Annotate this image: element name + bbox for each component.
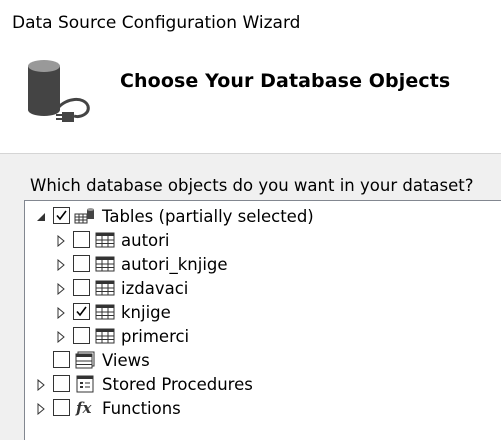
tree-node-table[interactable]: autori	[25, 228, 495, 252]
tree-node-views[interactable]: Views	[25, 348, 495, 372]
database-connection-icon	[22, 58, 94, 126]
expand-triangle-icon[interactable]	[55, 306, 67, 320]
table-checkbox[interactable]	[73, 255, 90, 272]
tree-node-table[interactable]: knjige	[25, 300, 495, 324]
table-icon	[95, 255, 115, 273]
svg-text:fx: fx	[75, 399, 92, 417]
database-objects-tree[interactable]: Tables (partially selected) autori autor…	[24, 200, 501, 440]
wizard-header: Choose Your Database Objects	[0, 44, 501, 154]
expand-triangle-icon[interactable]	[35, 402, 47, 416]
stored-procedure-icon	[75, 375, 95, 393]
table-checkbox[interactable]	[73, 231, 90, 248]
table-icon	[95, 327, 115, 345]
tree-node-label: Tables (partially selected)	[102, 207, 314, 226]
tree-node-stored-procedures[interactable]: Stored Procedures	[25, 372, 495, 396]
tables-checkbox[interactable]	[53, 207, 70, 224]
tree-node-label: autori_knjige	[121, 255, 228, 274]
tree-node-label: Functions	[102, 399, 181, 418]
tables-folder-icon	[74, 207, 94, 225]
function-icon: fx	[75, 399, 95, 417]
expand-triangle-icon[interactable]	[55, 282, 67, 296]
views-checkbox[interactable]	[53, 351, 70, 368]
tree-node-label: Stored Procedures	[102, 375, 253, 394]
tree-node-label: primerci	[121, 327, 190, 346]
tree-node-table[interactable]: izdavaci	[25, 276, 495, 300]
table-icon	[95, 279, 115, 297]
collapse-triangle-icon[interactable]	[35, 210, 47, 222]
table-checkbox[interactable]	[73, 303, 90, 320]
table-checkbox[interactable]	[73, 327, 90, 344]
tree-node-table[interactable]: autori_knjige	[25, 252, 495, 276]
title-bar: Data Source Configuration Wizard	[0, 0, 501, 44]
stored-procedures-checkbox[interactable]	[53, 375, 70, 392]
views-icon	[75, 351, 95, 369]
expand-triangle-icon[interactable]	[35, 378, 47, 392]
window-title: Data Source Configuration Wizard	[12, 13, 301, 33]
tree-node-label: knjige	[121, 303, 171, 322]
table-checkbox[interactable]	[73, 279, 90, 296]
tree-node-functions[interactable]: fx Functions	[25, 396, 495, 420]
tree-node-label: Views	[102, 351, 150, 370]
tree-node-label: izdavaci	[121, 279, 189, 298]
expand-triangle-icon[interactable]	[55, 258, 67, 272]
functions-checkbox[interactable]	[53, 399, 70, 416]
tree-node-label: autori	[121, 231, 170, 250]
tree-node-tables[interactable]: Tables (partially selected)	[25, 204, 495, 228]
table-icon	[95, 231, 115, 249]
expand-triangle-icon[interactable]	[55, 234, 67, 248]
table-icon	[95, 303, 115, 321]
expand-triangle-icon[interactable]	[55, 330, 67, 344]
tree-node-table[interactable]: primerci	[25, 324, 495, 348]
instruction-text: Which database objects do you want in yo…	[30, 176, 474, 195]
page-title: Choose Your Database Objects	[120, 70, 451, 92]
